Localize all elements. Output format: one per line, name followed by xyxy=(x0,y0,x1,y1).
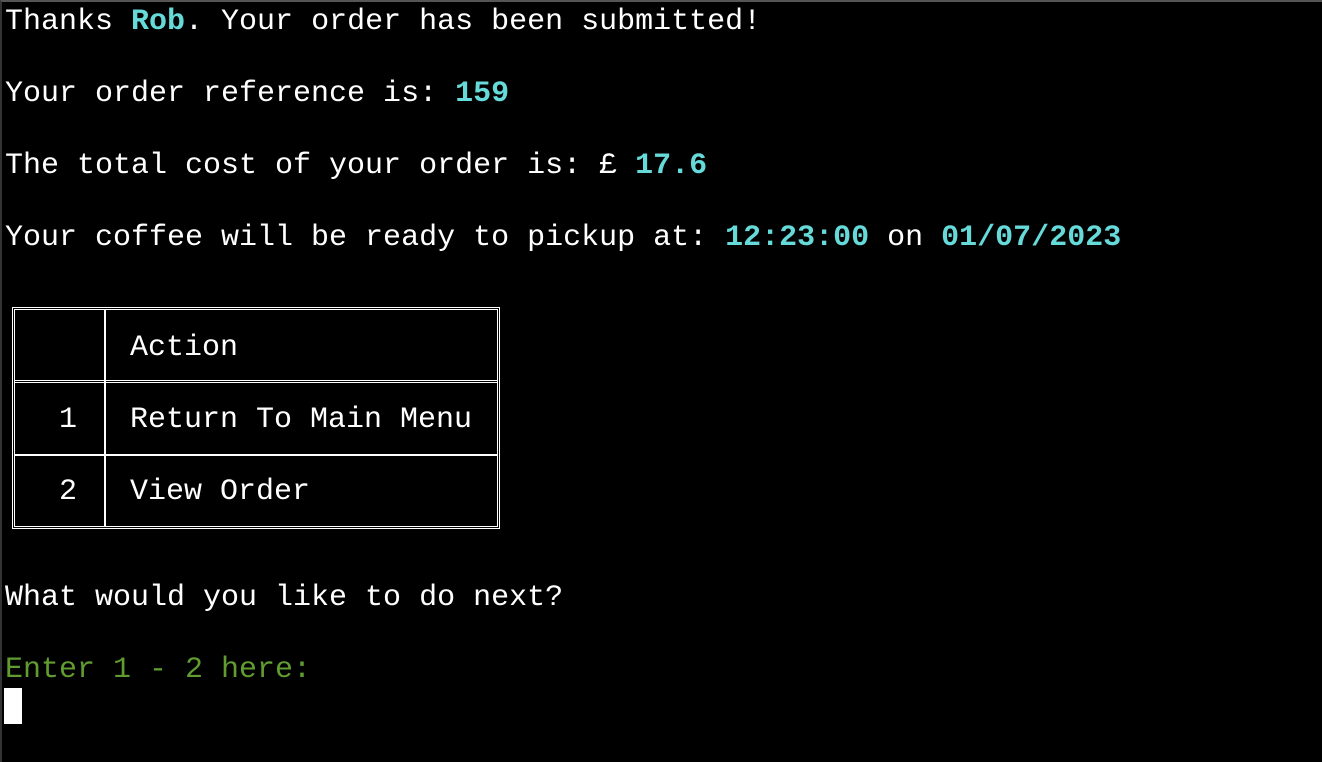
input-prompt: Enter 1 - 2 here: xyxy=(5,653,312,687)
pickup-time: 12:23:00 xyxy=(725,221,870,255)
confirmation-message: Thanks Rob. Your order has been submitte… xyxy=(5,4,761,40)
row-2-number: 2 xyxy=(59,475,78,509)
pickup-label: Your coffee will be ready to pickup at: xyxy=(5,221,726,255)
header-divider xyxy=(15,380,497,383)
order-reference-line: Your order reference is: 159 xyxy=(5,76,509,112)
total-label: The total cost of your order is: £ xyxy=(5,149,636,183)
column-divider xyxy=(104,310,106,526)
customer-name: Rob xyxy=(131,5,186,39)
thanks-suffix: . Your order has been submitted! xyxy=(185,5,762,39)
row-1-action: Return To Main Menu xyxy=(130,403,473,437)
row-2-action: View Order xyxy=(130,475,311,509)
header-action: Action xyxy=(130,331,239,365)
pickup-date: 01/07/2023 xyxy=(941,221,1122,255)
terminal-window: Thanks Rob. Your order has been submitte… xyxy=(0,0,1322,762)
row-1-number: 1 xyxy=(59,403,78,437)
row-divider xyxy=(15,454,497,456)
pickup-on: on xyxy=(869,221,942,255)
reference-label: Your order reference is: xyxy=(5,77,456,111)
terminal-input-cursor[interactable] xyxy=(4,688,22,724)
total-cost-line: The total cost of your order is: £ 17.6 xyxy=(5,148,707,184)
pickup-line: Your coffee will be ready to pickup at: … xyxy=(5,220,1121,256)
action-table: Action 1 Return To Main Menu 2 View Orde… xyxy=(12,307,500,529)
next-action-question: What would you like to do next? xyxy=(5,581,564,615)
thanks-prefix: Thanks xyxy=(5,5,132,39)
total-value: 17.6 xyxy=(635,149,708,183)
reference-value: 159 xyxy=(455,77,510,111)
